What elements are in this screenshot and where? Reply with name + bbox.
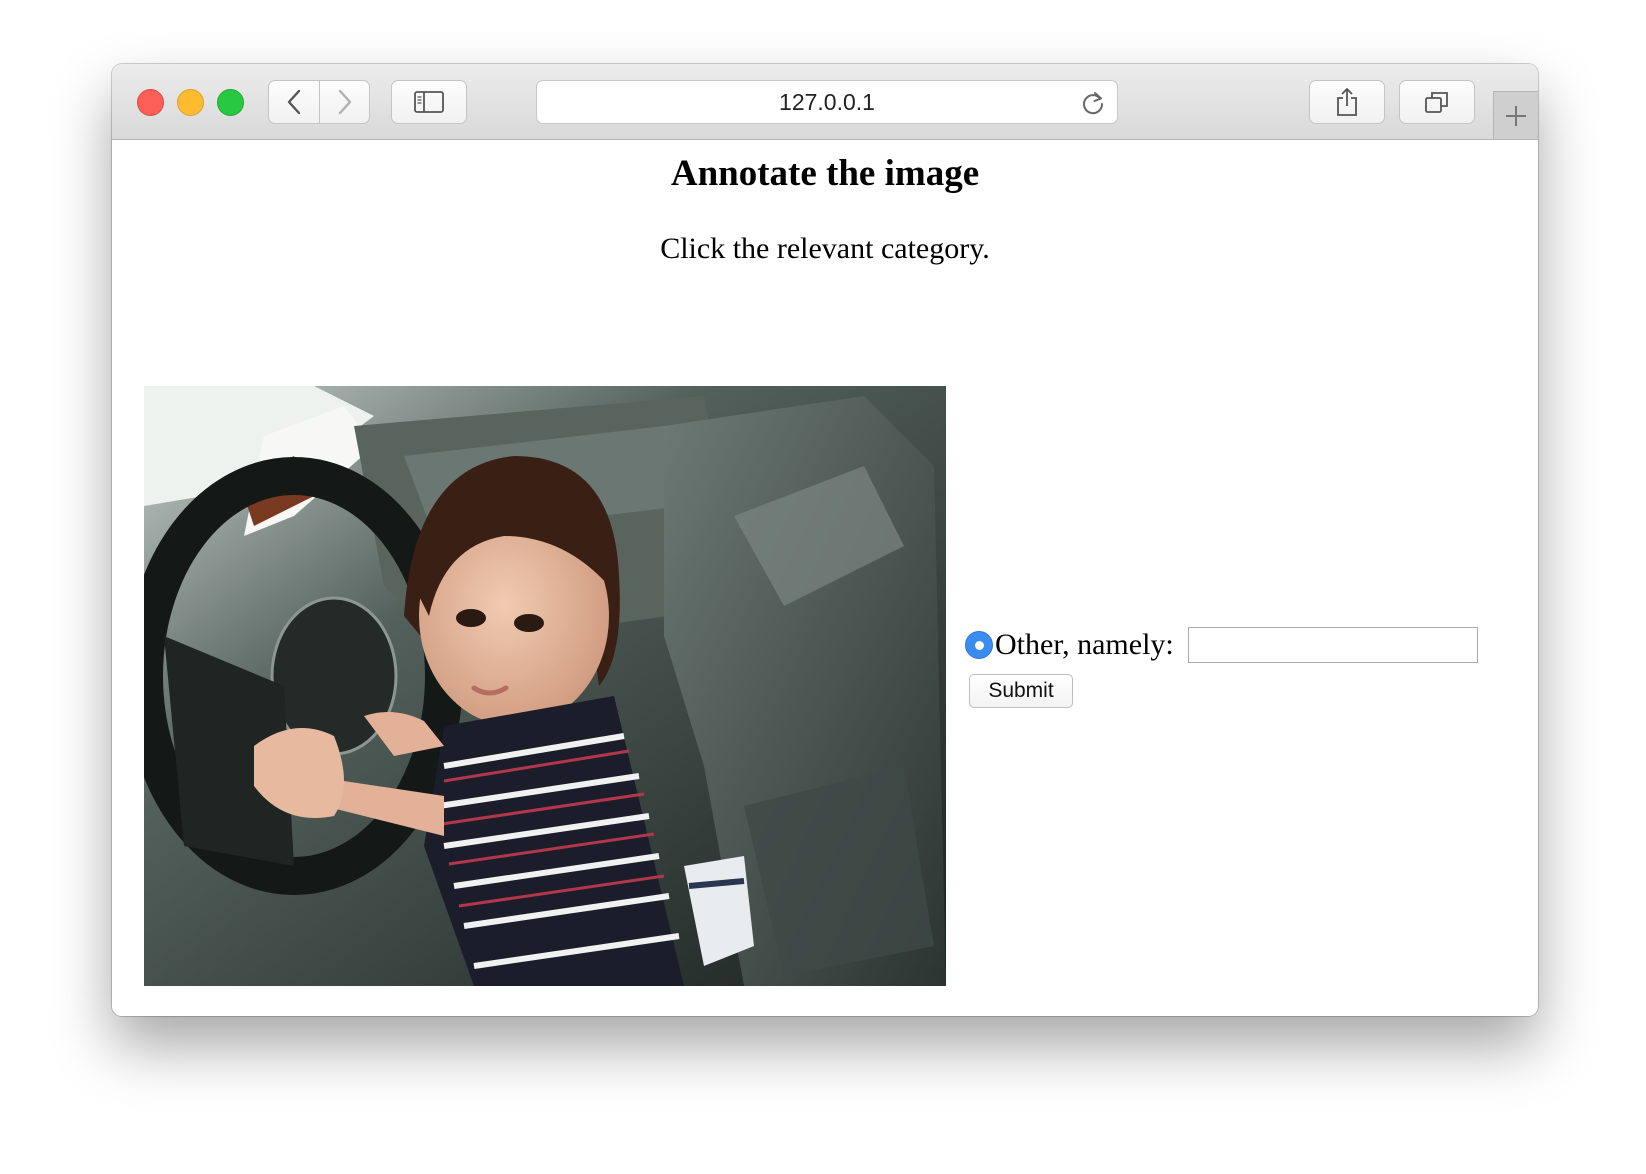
- chevron-left-icon: [287, 89, 301, 115]
- browser-window: 127.0.0.1 Annotate the image Click the r…: [112, 64, 1538, 1016]
- browser-toolbar: 127.0.0.1: [112, 64, 1538, 140]
- page-title: Annotate the image: [670, 153, 980, 194]
- url-text: 127.0.0.1: [779, 88, 875, 115]
- share-button[interactable]: [1309, 80, 1385, 124]
- option-other-label[interactable]: Other, namely:: [995, 628, 1174, 662]
- reload-icon[interactable]: [1079, 89, 1107, 117]
- forward-button[interactable]: [320, 80, 370, 124]
- annotation-image: [144, 386, 946, 986]
- other-category-input[interactable]: [1187, 627, 1478, 663]
- chevron-right-icon: [338, 89, 351, 115]
- new-tab-button[interactable]: [1493, 91, 1538, 139]
- plus-icon: [1506, 105, 1526, 126]
- address-bar[interactable]: 127.0.0.1: [536, 80, 1118, 124]
- close-window-button[interactable]: [137, 89, 164, 116]
- instruction-text: Click the relevant category.: [660, 232, 990, 265]
- option-other-row: Other, namely:: [965, 624, 1478, 666]
- page-content: Annotate the image Click the relevant ca…: [112, 140, 1538, 1016]
- child-in-car-photo: [144, 386, 946, 986]
- tabs-icon: [1425, 92, 1448, 113]
- sidebar-toggle-button[interactable]: [391, 80, 467, 124]
- sidebar-icon: [414, 91, 444, 113]
- minimize-window-button[interactable]: [177, 89, 204, 116]
- option-other-radio[interactable]: [965, 631, 993, 659]
- show-tabs-button[interactable]: [1399, 80, 1475, 124]
- back-button[interactable]: [268, 80, 320, 124]
- radio-selected-dot: [974, 640, 984, 650]
- share-icon: [1337, 88, 1357, 116]
- submit-button[interactable]: Submit: [969, 674, 1073, 708]
- zoom-window-button[interactable]: [217, 89, 244, 116]
